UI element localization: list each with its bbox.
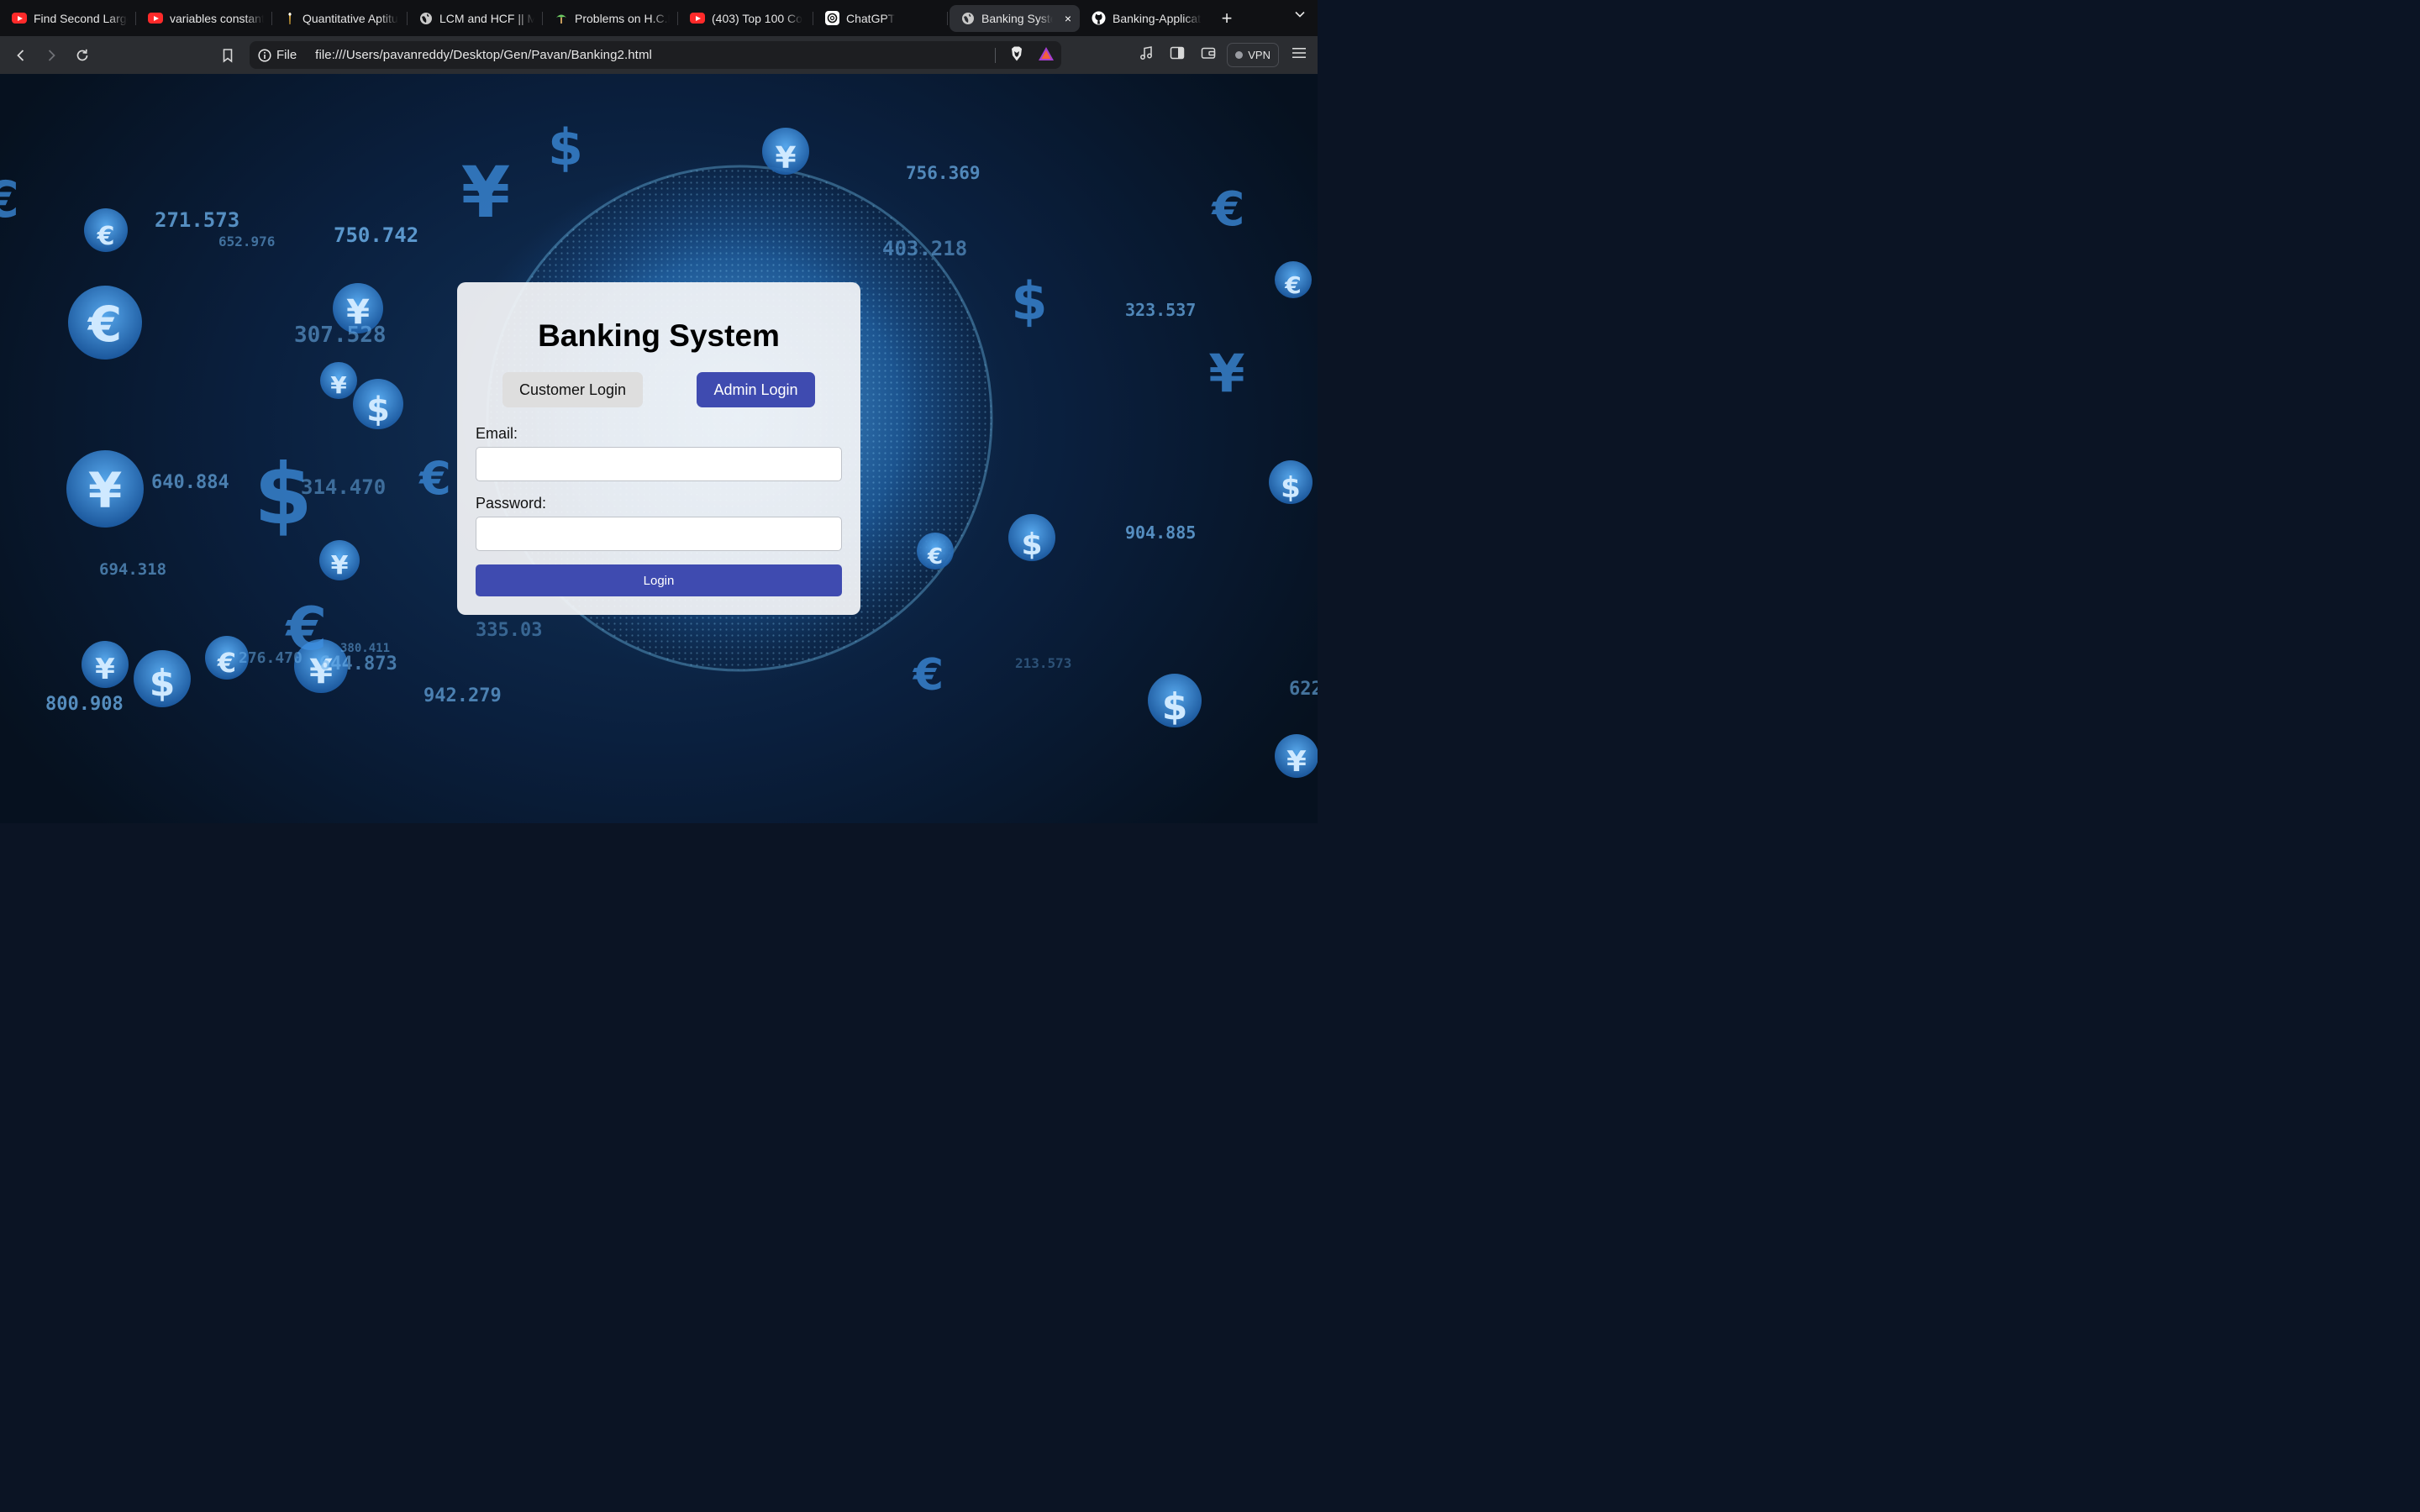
tab-separator — [947, 11, 948, 25]
tab-title: (403) Top 100 Co — [712, 11, 802, 25]
email-label: Email: — [476, 425, 518, 442]
sidebar-toggle-icon[interactable] — [1170, 45, 1185, 65]
github-icon — [1092, 11, 1106, 25]
brave-shields-icon[interactable] — [1009, 45, 1024, 66]
forward-arrow-icon[interactable] — [41, 45, 61, 66]
background-number: 323.537 — [1125, 300, 1197, 320]
tab-title: Quantitative Aptitu — [302, 11, 398, 25]
background-number: 335.03 — [476, 620, 543, 641]
close-icon[interactable]: × — [1065, 12, 1071, 25]
customer-login-button[interactable]: Customer Login — [502, 372, 643, 407]
tree-icon — [555, 12, 568, 25]
indiabix-icon — [284, 12, 296, 25]
tab-title: Banking Syste — [981, 11, 1053, 25]
tab-lcm-hcf[interactable]: LCM and HCF || M — [408, 5, 543, 32]
tab-banking-system[interactable]: Banking Syste × — [950, 4, 1080, 32]
background-number: 800.908 — [45, 694, 124, 715]
scheme-label: File — [276, 48, 297, 62]
tab-title: variables constant — [170, 11, 264, 25]
admin-login-button[interactable]: Admin Login — [697, 372, 815, 407]
tab-variables-constant[interactable]: variables constant — [136, 5, 272, 32]
globe-icon — [419, 12, 433, 25]
password-field[interactable] — [476, 517, 842, 551]
brave-rewards-icon[interactable] — [1038, 46, 1055, 65]
bookmark-icon[interactable] — [218, 45, 238, 66]
youtube-icon — [148, 13, 163, 24]
browser-window: Find Second Large variables constant Qua… — [0, 0, 1318, 823]
new-tab-button[interactable]: + — [1210, 5, 1244, 32]
browser-toolbar: File file:///Users/pavanreddy/Desktop/Ge… — [0, 36, 1318, 74]
background-number: 652.976 — [218, 234, 276, 249]
background-number: 756.369 — [906, 163, 981, 183]
login-submit-button[interactable]: Login — [476, 564, 842, 596]
address-bar[interactable]: File file:///Users/pavanreddy/Desktop/Ge… — [250, 41, 1061, 69]
tab-banking-application[interactable]: Banking-Applicati — [1080, 5, 1210, 32]
background-number: 694.318 — [99, 560, 167, 579]
omnibox-actions — [995, 41, 1061, 69]
tab-top-100[interactable]: (403) Top 100 Co — [678, 5, 813, 32]
login-card: Banking System Customer Login Admin Logi… — [457, 282, 860, 615]
background-number: 314.470 — [301, 475, 387, 499]
tab-quantitative-aptitude[interactable]: Quantitative Aptitu — [272, 5, 408, 32]
info-icon — [258, 48, 271, 62]
youtube-icon — [690, 13, 705, 24]
globe-icon — [961, 12, 975, 25]
chatgpt-icon — [825, 11, 839, 25]
reload-icon[interactable] — [72, 45, 92, 66]
background-number: 271.573 — [155, 208, 240, 232]
background-number: 276.470 — [239, 649, 302, 667]
background-number: 403.218 — [882, 237, 968, 260]
background-number: 380.411 — [340, 642, 391, 655]
divider — [995, 47, 996, 63]
tab-title: LCM and HCF || M — [439, 11, 534, 25]
tab-title: Banking-Applicati — [1113, 11, 1202, 25]
tab-title: Problems on H.C.F — [575, 11, 670, 25]
url-text[interactable]: file:///Users/pavanreddy/Desktop/Gen/Pav… — [315, 48, 652, 62]
background-number: 942.279 — [424, 685, 502, 706]
tab-chatgpt[interactable]: ChatGPT — [813, 5, 948, 32]
media-music-icon[interactable] — [1139, 45, 1154, 65]
page-title: Banking System — [538, 318, 780, 353]
tab-problems-hcf[interactable]: Problems on H.C.F — [543, 5, 678, 32]
background-number: 640.884 — [151, 472, 229, 493]
youtube-icon — [12, 13, 27, 24]
background-number: 750.742 — [334, 223, 419, 247]
chevron-down-icon[interactable] — [1294, 8, 1306, 24]
back-arrow-icon[interactable] — [11, 45, 31, 66]
vpn-status-dot — [1235, 51, 1244, 59]
background-number: 213.573 — [1015, 655, 1072, 671]
background-number: 622 — [1289, 679, 1318, 700]
toolbar-right: VPN — [1139, 36, 1318, 74]
background-number: 644.873 — [319, 654, 397, 675]
vpn-label: VPN — [1248, 49, 1270, 61]
tab-find-second-largest[interactable]: Find Second Large — [0, 5, 136, 32]
background-number: 307.528 — [294, 323, 387, 348]
tab-title: ChatGPT — [846, 11, 896, 25]
tab-strip: Find Second Large variables constant Qua… — [0, 0, 1318, 36]
email-field[interactable] — [476, 447, 842, 481]
tab-title: Find Second Large — [34, 11, 128, 25]
site-info[interactable]: File — [258, 48, 297, 62]
password-label: Password: — [476, 495, 547, 512]
wallet-icon[interactable] — [1201, 45, 1216, 65]
menu-icon[interactable] — [1292, 47, 1306, 63]
vpn-button[interactable]: VPN — [1227, 43, 1279, 67]
background-number: 904.885 — [1125, 522, 1197, 543]
